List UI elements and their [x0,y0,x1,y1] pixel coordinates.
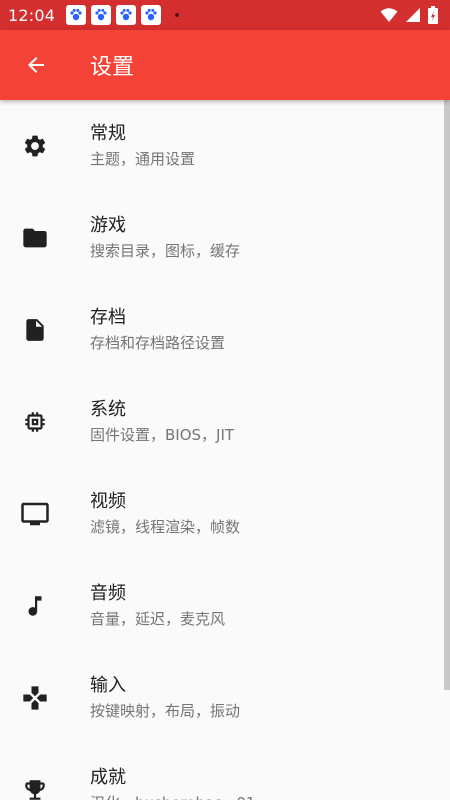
paw-icon [66,5,87,25]
settings-item-text: 系统 固件设置，BIOS，JIT [90,398,234,446]
trophy-icon [20,775,50,800]
settings-item-text: 常规 主题，通用设置 [90,122,195,170]
battery-icon [428,6,438,24]
settings-item-title: 常规 [90,123,126,144]
app-bar: 设置 [0,30,450,100]
wifi-icon [380,8,398,22]
settings-item-input[interactable]: 输入 按键映射，布局，振动 [0,652,444,744]
settings-item-video[interactable]: 视频 滤镜，线程渲染，帧数 [0,468,444,560]
settings-item-text: 存档 存档和存档路径设置 [90,306,225,354]
settings-item-games[interactable]: 游戏 搜索目录，图标，缓存 [0,192,444,284]
settings-item-text: 游戏 搜索目录，图标，缓存 [90,214,240,262]
settings-item-subtitle: 按键映射，布局，振动 [90,702,241,720]
settings-item-subtitle: 汉化，bushorobas...01 [90,792,255,800]
settings-item-title: 存档 [90,307,126,328]
paw-icon [141,5,162,25]
page-title: 设置 [90,55,135,80]
settings-item-subtitle: 存档和存档路径设置 [90,334,226,352]
settings-item-general[interactable]: 常规 主题，通用设置 [0,100,444,192]
settings-item-title: 视频 [90,491,126,512]
status-time: 12:04 [8,5,56,25]
settings-item-subtitle: 搜索目录，图标，缓存 [90,242,241,260]
settings-item-audio[interactable]: 音频 音量，延迟，麦克风 [0,560,444,652]
notification-dot [175,13,180,17]
settings-item-text: 视频 滤镜，线程渲染，帧数 [90,490,240,538]
settings-item-text: 音频 音量，延迟，麦克风 [90,582,225,630]
settings-item-title: 输入 [90,675,126,696]
settings-list: 常规 主题，通用设置 游戏 搜索目录，图标，缓存 存档 存档和存档路径设置 系统… [0,100,450,800]
settings-item-title: 系统 [90,399,126,420]
gear-icon [20,131,50,161]
settings-item-system[interactable]: 系统 固件设置，BIOS，JIT [0,376,444,468]
arrow-left-icon [28,57,44,73]
settings-item-subtitle: 主题，通用设置 [90,150,196,168]
paw-icon [116,5,137,25]
scrollbar[interactable] [444,100,450,690]
settings-item-text: 输入 按键映射，布局，振动 [90,674,240,722]
folder-icon [20,223,50,253]
file-icon [20,315,50,345]
settings-item-achievements[interactable]: 成就 汉化，bushorobas...01 [0,744,444,800]
status-right-icons [373,6,438,24]
notification-icons [61,5,162,25]
monitor-icon [20,499,50,529]
chip-icon [20,407,50,437]
paw-icon [91,5,112,25]
settings-item-title: 成就 [90,767,126,788]
status-bar: 12:04 [0,0,450,30]
back-button[interactable] [18,47,54,83]
music-note-icon [20,591,50,621]
settings-item-title: 音频 [90,583,126,604]
signal-icon [406,8,420,22]
settings-item-saves[interactable]: 存档 存档和存档路径设置 [0,284,444,376]
gamepad-icon [20,683,50,713]
settings-item-subtitle: 滤镜，线程渲染，帧数 [90,518,241,536]
settings-item-text: 成就 汉化，bushorobas...01 [90,766,255,800]
settings-item-subtitle: 固件设置，BIOS，JIT [90,426,235,444]
settings-item-subtitle: 音量，延迟，麦克风 [90,610,226,628]
settings-item-title: 游戏 [90,215,126,236]
